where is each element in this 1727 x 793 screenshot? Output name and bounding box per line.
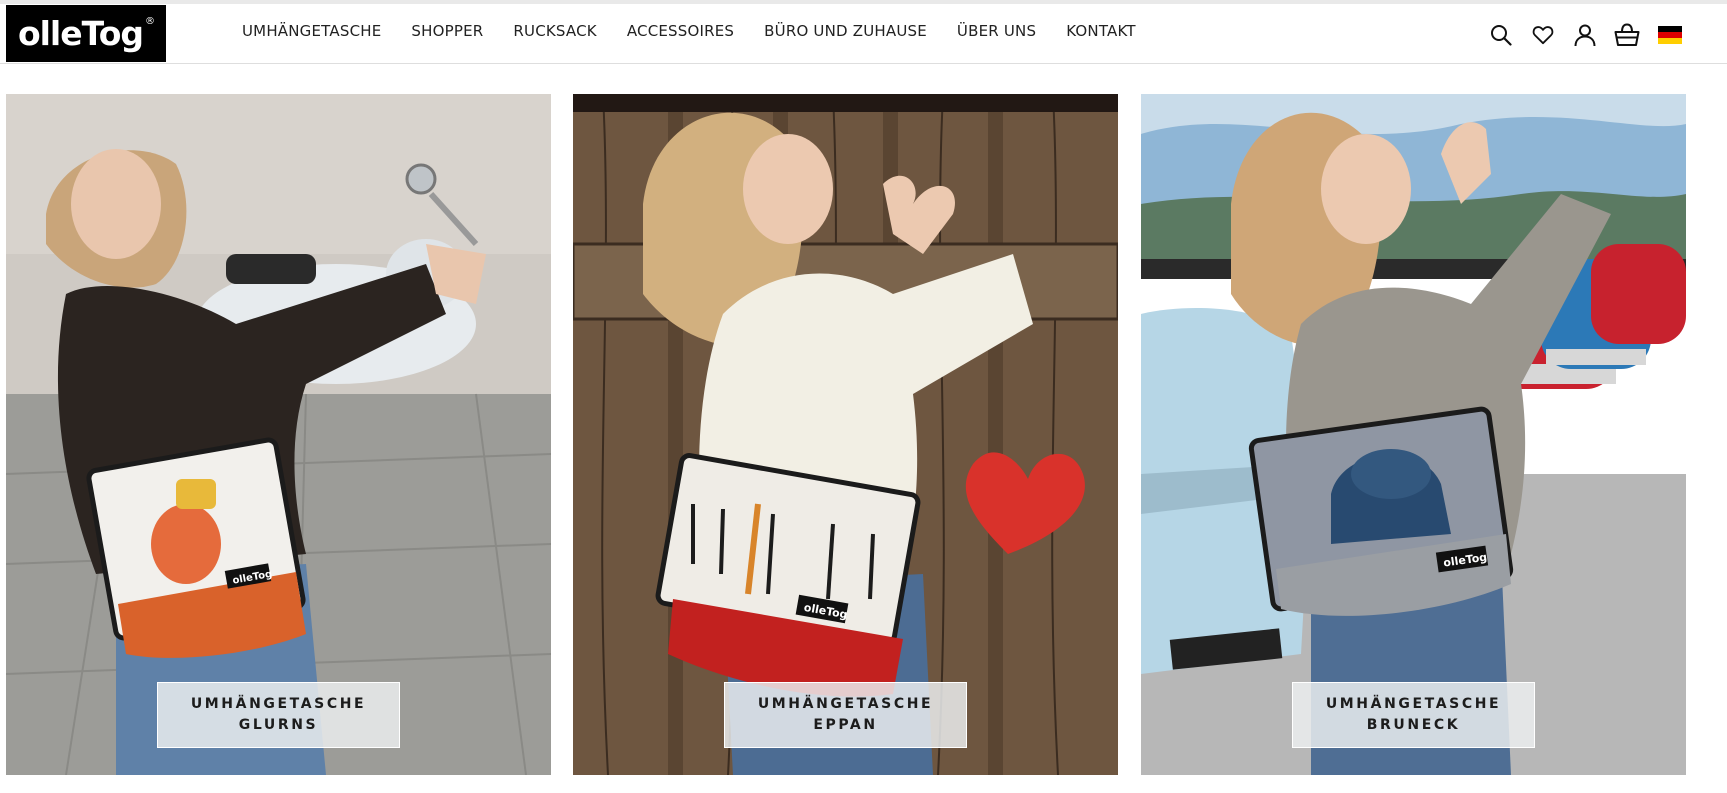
nav-item-kontakt[interactable]: KONTAKT — [1066, 22, 1136, 40]
product-photo-glurns: olleTog — [6, 94, 551, 775]
heart-icon[interactable] — [1530, 22, 1556, 48]
nav-item-buero-und-zuhause[interactable]: BÜRO UND ZUHAUSE — [764, 22, 927, 40]
product-card-eppan[interactable]: olleTog UMHÄNGETASCHE EPPAN — [573, 94, 1118, 775]
site-header: olleTog ® UMHÄNGETASCHE SHOPPER RUCKSACK … — [0, 4, 1727, 64]
account-icon[interactable] — [1572, 22, 1598, 48]
product-name: GLURNS — [238, 717, 319, 733]
main-navigation: UMHÄNGETASCHE SHOPPER RUCKSACK ACCESSOIR… — [242, 22, 1166, 40]
product-label[interactable]: UMHÄNGETASCHE BRUNECK — [1292, 682, 1535, 748]
product-card-bruneck[interactable]: olleTog UMHÄNGETASCHE BRUNECK — [1141, 94, 1686, 775]
search-icon[interactable] — [1488, 22, 1514, 48]
product-name: EPPAN — [813, 717, 878, 733]
product-name: BRUNECK — [1366, 717, 1461, 733]
product-photo-eppan: olleTog — [573, 94, 1118, 775]
german-flag-icon[interactable] — [1658, 26, 1682, 44]
header-actions — [1488, 22, 1682, 48]
registered-mark: ® — [145, 16, 155, 27]
product-category: UMHÄNGETASCHE — [190, 696, 367, 712]
nav-item-accessoires[interactable]: ACCESSOIRES — [627, 22, 734, 40]
product-category: UMHÄNGETASCHE — [1325, 696, 1502, 712]
brand-logo-text: olleTog — [17, 14, 144, 53]
basket-icon[interactable] — [1614, 22, 1640, 48]
product-label[interactable]: UMHÄNGETASCHE GLURNS — [157, 682, 400, 748]
nav-item-ueber-uns[interactable]: ÜBER UNS — [957, 22, 1036, 40]
product-photo-bruneck: olleTog — [1141, 94, 1686, 775]
brand-logo[interactable]: olleTog ® — [6, 5, 166, 62]
nav-item-rucksack[interactable]: RUCKSACK — [513, 22, 596, 40]
product-card-glurns[interactable]: olleTog UMHÄNGETASCHE GLURNS — [6, 94, 551, 775]
product-category: UMHÄNGETASCHE — [757, 696, 934, 712]
product-label[interactable]: UMHÄNGETASCHE EPPAN — [724, 682, 967, 748]
nav-item-umhaengetasche[interactable]: UMHÄNGETASCHE — [242, 22, 381, 40]
nav-item-shopper[interactable]: SHOPPER — [411, 22, 483, 40]
